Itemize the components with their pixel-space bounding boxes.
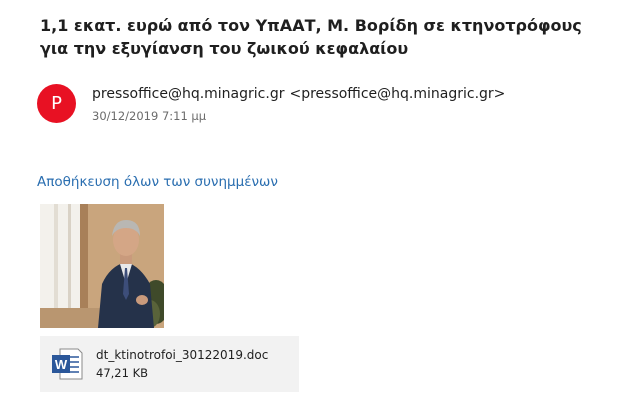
image-attachment-thumbnail[interactable] — [40, 204, 164, 328]
email-date: 30/12/2019 7:11 μμ — [92, 109, 207, 123]
svg-text:W: W — [55, 357, 68, 372]
sender-email[interactable]: <pressoffice@hq.minagric.gr> — [289, 86, 505, 102]
email-reading-pane: 1,1 εκατ. ευρώ από τον ΥπΑΑΤ, Μ. Βορίδη … — [0, 0, 617, 403]
sender-name[interactable]: pressoffice@hq.minagric.gr — [92, 86, 284, 102]
attachment-filesize: 47,21 KB — [96, 366, 149, 380]
word-attachment-card[interactable]: W dt_ktinotrofoi_30122019.doc 47,21 KB — [40, 336, 299, 392]
attachment-filename: dt_ktinotrofoi_30122019.doc — [96, 348, 269, 362]
word-doc-icon: W — [50, 347, 84, 381]
save-all-attachments-link[interactable]: Αποθήκευση όλων των συνημμένων — [37, 173, 278, 191]
sender-line: pressoffice@hq.minagric.gr <pressoffice@h… — [92, 85, 505, 103]
photo-thumbnail-icon — [40, 204, 164, 328]
sender-avatar[interactable]: P — [37, 84, 76, 123]
email-subject: 1,1 εκατ. ευρώ από τον ΥπΑΑΤ, Μ. Βορίδη … — [40, 16, 582, 58]
